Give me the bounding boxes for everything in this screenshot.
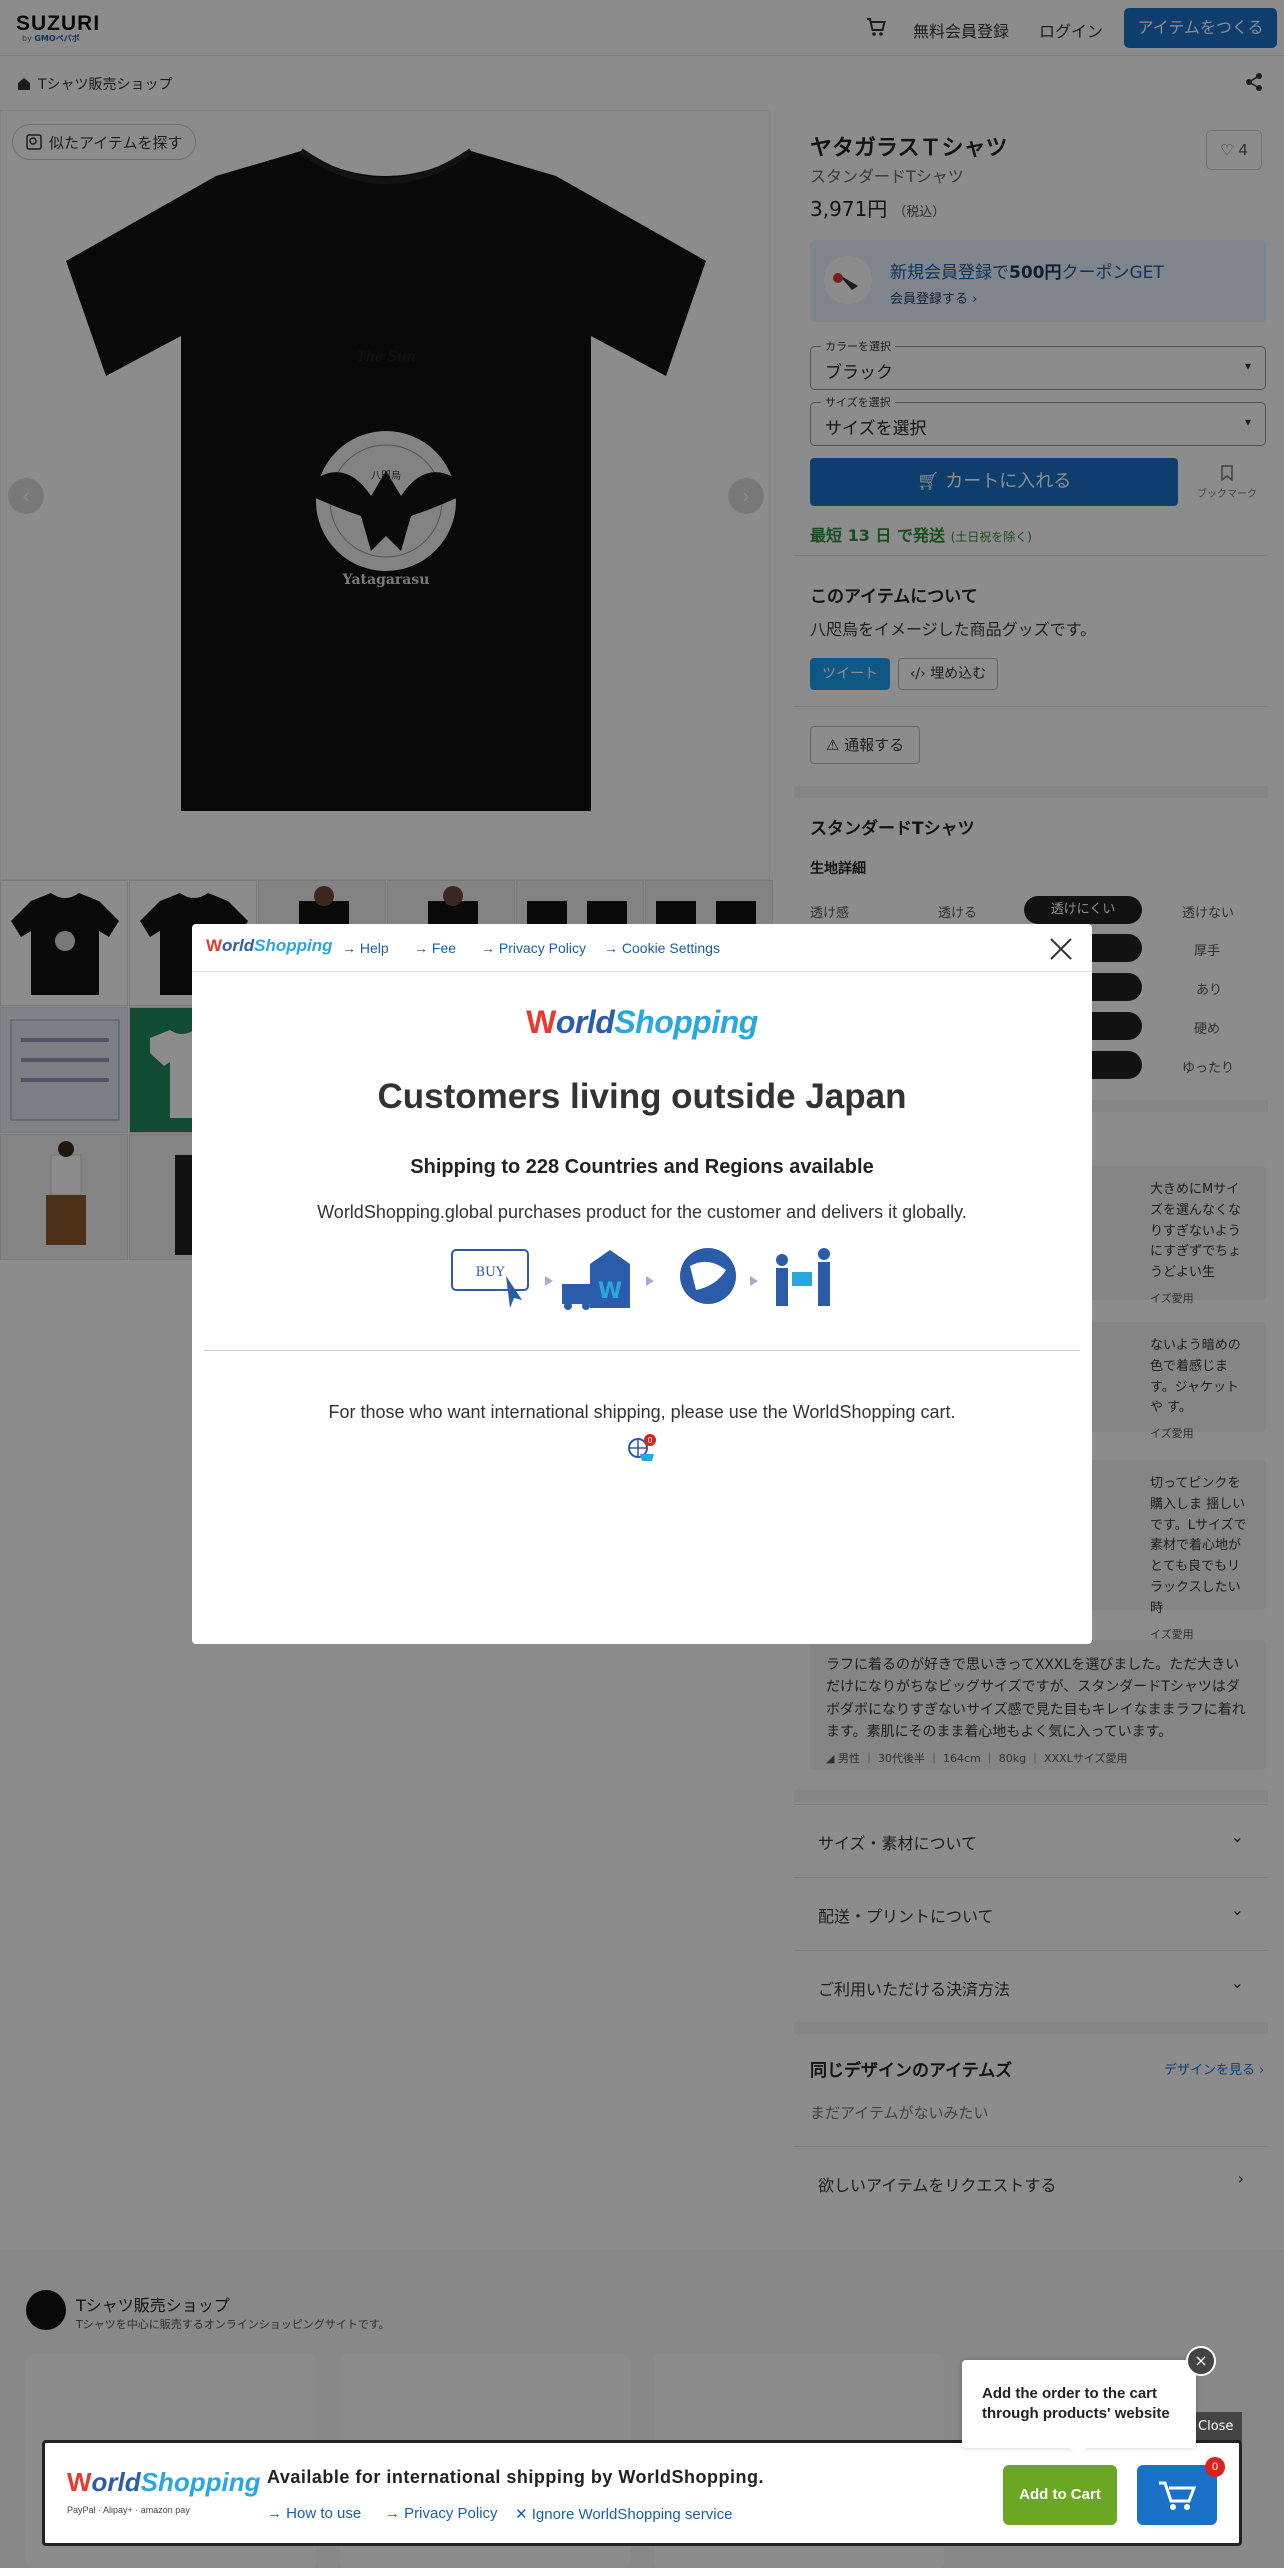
- tooltip-arrow: [1068, 2446, 1088, 2456]
- modal-footer-text: For those who want international shippin…: [328, 1402, 956, 1422]
- worldshopping-logo: WorldShopping: [206, 936, 333, 955]
- ignore-service-link[interactable]: ✕ Ignore WorldShopping service: [515, 2505, 732, 2523]
- bar-privacy-link[interactable]: → Privacy Policy: [385, 2505, 498, 2522]
- cart-icon: [1159, 2481, 1197, 2510]
- cart-count-badge: 0: [1205, 2457, 1225, 2477]
- tooltip-close-icon[interactable]: ×: [1186, 2346, 1216, 2376]
- cart-badge: 0: [647, 1436, 652, 1445]
- cookie-settings-link[interactable]: → Cookie Settings: [604, 940, 720, 956]
- modal-subheading: Shipping to 228 Countries and Regions av…: [410, 1156, 874, 1178]
- worldshopping-bar-logo: WorldShopping: [67, 2467, 261, 2497]
- close-label[interactable]: Close: [1194, 2412, 1242, 2442]
- bar-cart-button[interactable]: [1137, 2465, 1217, 2525]
- fee-link[interactable]: → Fee: [414, 940, 456, 956]
- modal-description: WorldShopping.global purchases product f…: [317, 1202, 967, 1222]
- worldshopping-bar: WorldShopping PayPal · Alipay+ · amazon …: [42, 2440, 1242, 2546]
- worldshopping-big-logo: WorldShopping: [526, 1004, 758, 1040]
- modal-topbar: WorldShopping → Help → Fee → Privacy Pol…: [192, 924, 1092, 972]
- worldshopping-cart-icon[interactable]: 0: [626, 1434, 658, 1466]
- modal-heading: Customers living outside Japan: [377, 1077, 907, 1116]
- help-link[interactable]: → Help: [342, 940, 389, 956]
- bar-add-to-cart-button[interactable]: Add to Cart: [1003, 2465, 1117, 2525]
- close-icon[interactable]: [1048, 936, 1074, 962]
- tooltip-text: Add the order to the cart through produc…: [982, 2385, 1170, 2422]
- worldshopping-modal: WorldShopping → Help → Fee → Privacy Pol…: [192, 924, 1092, 1644]
- buy-text: BUY: [475, 1265, 505, 1280]
- how-to-use-link[interactable]: → How to use: [267, 2505, 361, 2522]
- w-mark: W: [598, 1279, 622, 1304]
- shipping-steps-illustration: BUY W: [451, 1248, 830, 1310]
- bar-title: Available for international shipping by …: [267, 2467, 765, 2487]
- privacy-link[interactable]: → Privacy Policy: [481, 940, 586, 956]
- payment-logos: PayPal · Alipay+ · amazon pay: [67, 2505, 190, 2515]
- cart-tooltip: Add the order to the cart through produc…: [962, 2360, 1196, 2448]
- divider: [204, 1350, 1080, 1351]
